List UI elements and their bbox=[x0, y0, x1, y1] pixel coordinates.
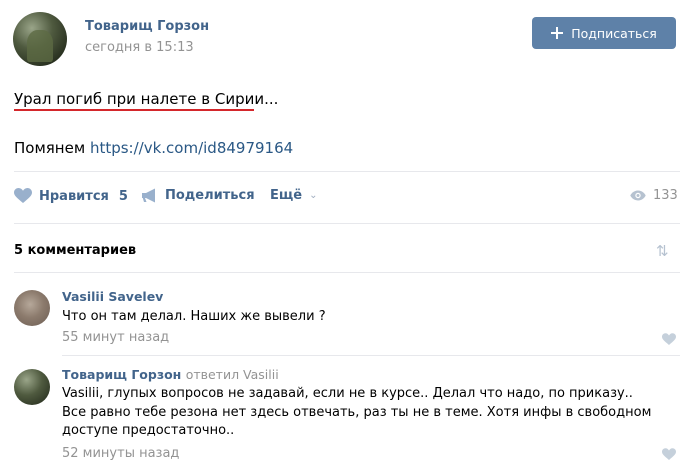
comment-like-icon[interactable] bbox=[662, 333, 676, 346]
like-label: Нравится bbox=[39, 188, 109, 204]
commenter-name: Товарищ Горзон ответил Vasilii bbox=[62, 367, 279, 382]
share-label: Поделиться bbox=[165, 188, 255, 203]
eye-icon bbox=[630, 190, 646, 201]
more-button[interactable]: Ещё ⌄ bbox=[270, 188, 317, 203]
plus-icon bbox=[551, 27, 564, 39]
divider bbox=[62, 355, 680, 356]
post-header: Товарищ Горзон сегодня в 15:13 Подписать… bbox=[13, 10, 680, 68]
share-button[interactable]: Поделиться bbox=[141, 188, 255, 203]
like-count: 5 bbox=[118, 188, 128, 204]
more-label: Ещё bbox=[270, 188, 303, 203]
post-text-prefix: Помянем bbox=[14, 139, 86, 157]
commenter-avatar[interactable] bbox=[14, 290, 50, 326]
comment-like-icon[interactable] bbox=[662, 448, 676, 461]
heart-icon bbox=[14, 188, 32, 203]
author-name[interactable]: Товарищ Горзон bbox=[85, 19, 209, 34]
commenter-author[interactable]: Товарищ Горзон bbox=[62, 367, 181, 382]
red-underline bbox=[14, 109, 254, 111]
like-button[interactable]: Нравится 5 bbox=[14, 188, 128, 204]
commenter-avatar[interactable] bbox=[14, 369, 50, 405]
subscribe-label: Подписаться bbox=[571, 25, 657, 41]
comment-time[interactable]: 52 минуты назад bbox=[62, 446, 179, 461]
post-time[interactable]: сегодня в 15:13 bbox=[85, 40, 194, 55]
post-actions: Нравится 5 Поделиться Ещё ⌄ 133 bbox=[14, 186, 680, 210]
author-avatar[interactable] bbox=[13, 12, 67, 66]
sort-icon[interactable]: ⇅ bbox=[656, 242, 669, 260]
reply-to[interactable]: ответил Vasilii bbox=[186, 367, 279, 382]
comment-time[interactable]: 55 минут назад bbox=[62, 330, 169, 345]
views-count: 133 bbox=[653, 188, 678, 203]
commenter-name[interactable]: Vasilii Savelev bbox=[62, 289, 163, 304]
comment-text: Vasilii, глупых вопросов не задавай, есл… bbox=[62, 386, 652, 438]
post-text-line2: Помянем https://vk.com/id84979164 bbox=[14, 139, 293, 157]
divider bbox=[14, 272, 680, 273]
divider bbox=[14, 223, 680, 224]
views-counter: 133 bbox=[630, 188, 678, 203]
profile-link[interactable]: https://vk.com/id84979164 bbox=[90, 139, 293, 157]
chevron-down-icon: ⌄ bbox=[309, 190, 318, 201]
post-text-line1: Урал погиб при налете в Сирии... bbox=[14, 90, 279, 108]
divider bbox=[14, 171, 680, 172]
comment-text: Что он там делал. Наших же вывели ? bbox=[62, 309, 326, 324]
megaphone-icon bbox=[142, 188, 155, 203]
subscribe-button[interactable]: Подписаться bbox=[532, 17, 676, 49]
comments-title: 5 комментариев bbox=[14, 243, 137, 258]
